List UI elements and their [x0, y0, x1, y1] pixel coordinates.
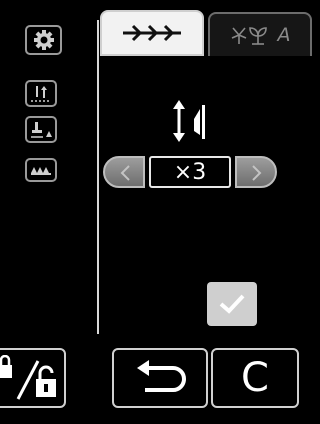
presser-foot-icon [31, 121, 52, 138]
undo-icon [137, 360, 186, 392]
utility-stitch-icon [123, 24, 181, 42]
lock-unlock-icon [0, 355, 56, 400]
settings-button[interactable] [25, 25, 62, 55]
panel-divider [97, 20, 99, 334]
checkmark-icon [219, 294, 245, 314]
mirror-vertical-icon [173, 100, 205, 142]
repeat-stepper: ×3 [103, 156, 281, 188]
feed-dog-button[interactable] [25, 158, 57, 182]
needle-position-button[interactable] [25, 80, 57, 107]
decrease-button[interactable] [103, 156, 145, 188]
tab-utility-stitches[interactable] [100, 10, 204, 56]
chevron-right-icon [252, 165, 262, 181]
decorative-stitch-icon [231, 27, 267, 45]
repeat-count-value: ×3 [149, 156, 231, 188]
presser-foot-button[interactable] [25, 116, 57, 143]
feed-dog-icon [31, 167, 51, 175]
tab-decorative-stitches[interactable]: A [208, 12, 312, 56]
increase-button[interactable] [235, 156, 277, 188]
clear-button[interactable]: C [211, 348, 299, 408]
clear-label: C [241, 355, 269, 401]
chevron-left-icon [120, 165, 130, 181]
confirm-button[interactable] [207, 282, 257, 326]
needle-position-icon [31, 85, 51, 102]
lock-button[interactable] [0, 348, 66, 408]
undo-button[interactable] [112, 348, 208, 408]
tab-decorative-label: A [277, 24, 293, 46]
gear-icon [33, 30, 54, 50]
